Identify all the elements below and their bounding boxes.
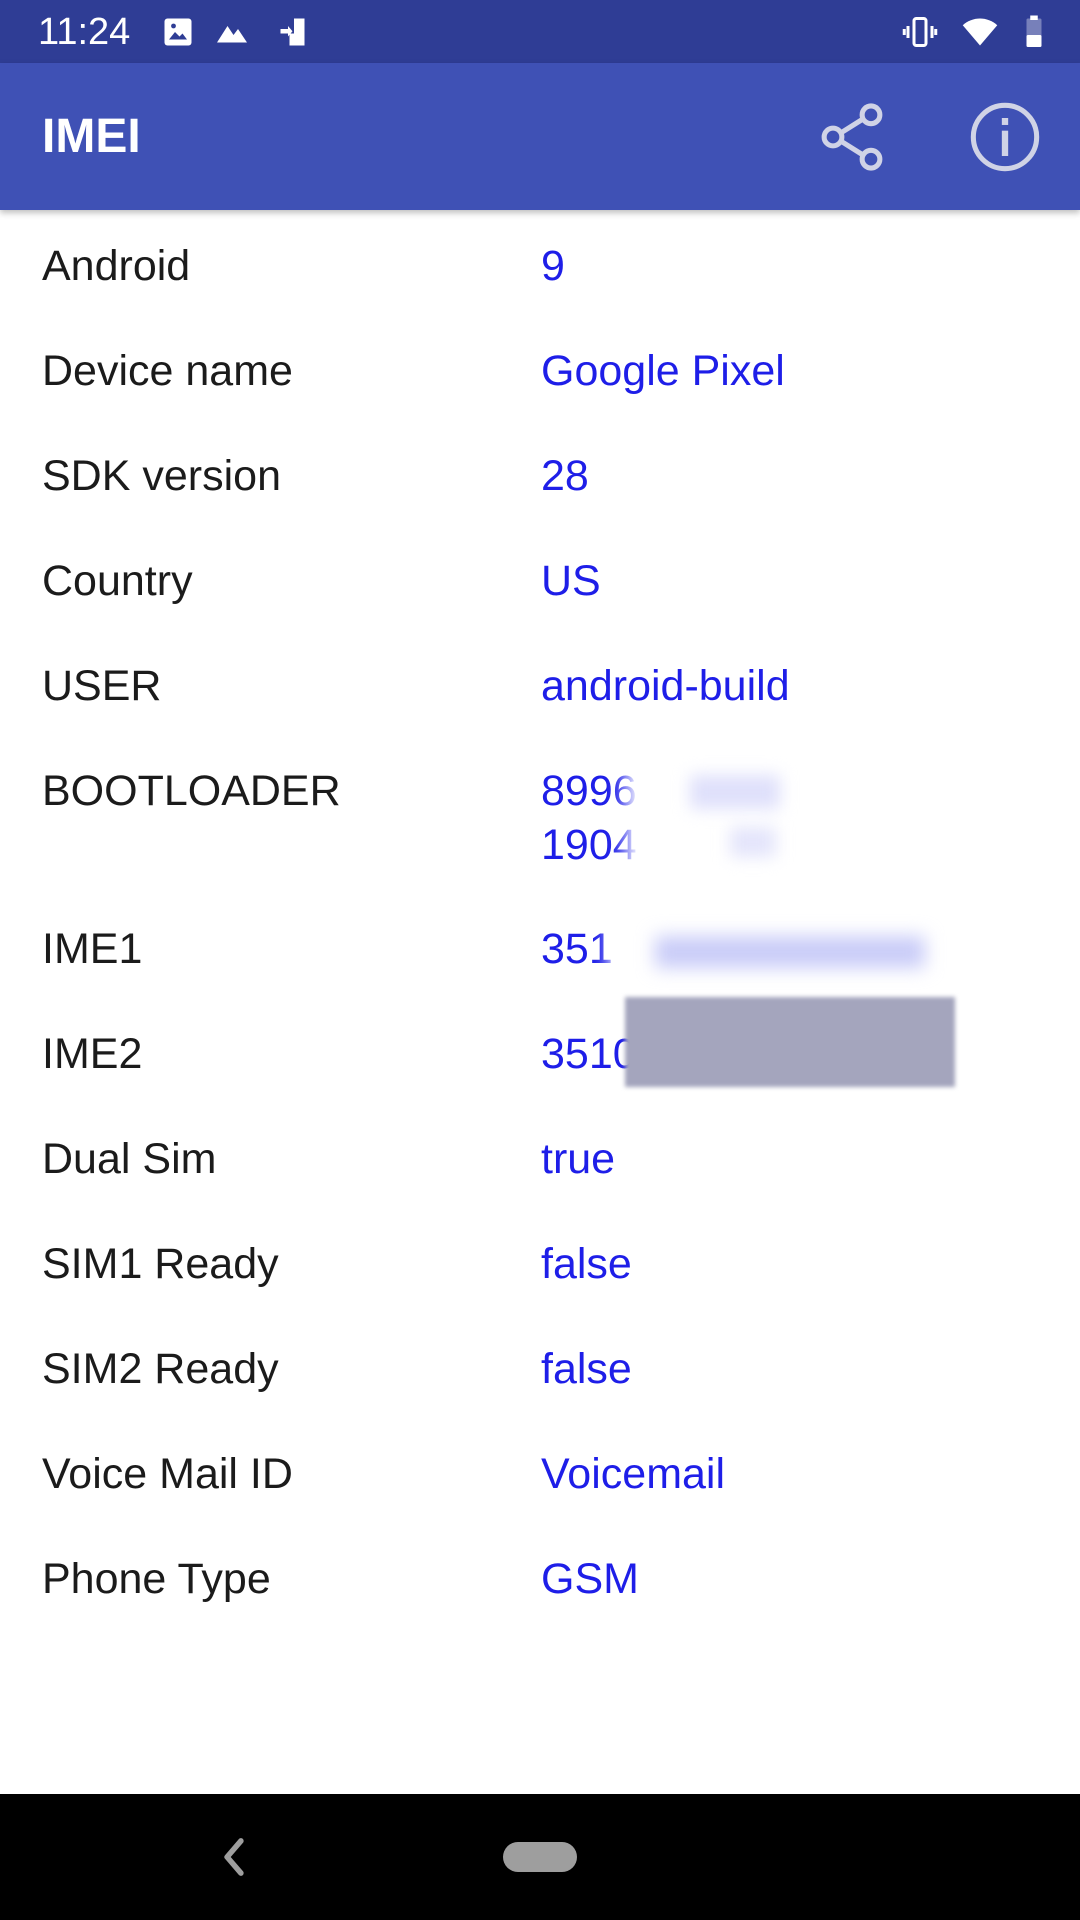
share-icon[interactable]	[814, 99, 890, 175]
row-label: BOOTLOADER	[42, 767, 341, 815]
redaction-blur	[640, 745, 840, 893]
back-icon[interactable]	[216, 1834, 252, 1880]
row-value: GSM	[541, 1555, 639, 1603]
status-bar: 11:24	[0, 0, 1080, 63]
sim-transfer-icon	[280, 18, 305, 46]
app-bar: IMEI	[0, 63, 1080, 210]
row-value: true	[541, 1135, 616, 1183]
row-value: Google Pixel	[541, 347, 785, 395]
landscape-icon	[217, 26, 247, 43]
row-value: false	[541, 1345, 632, 1393]
row-label: USER	[42, 662, 162, 710]
status-time: 11:24	[38, 11, 131, 53]
info-icon[interactable]	[967, 99, 1043, 175]
device-info-list: Android 9 Device name Google Pixel SDK v…	[0, 210, 1080, 1794]
app-title: IMEI	[42, 110, 141, 163]
vibrate-icon	[902, 17, 938, 47]
row-label: Dual Sim	[42, 1135, 217, 1183]
row-label: Voice Mail ID	[42, 1450, 293, 1498]
row-value: false	[541, 1240, 632, 1288]
row-value: Voicemail	[541, 1450, 726, 1498]
row-label: IME2	[42, 1030, 143, 1078]
row-label: Android	[42, 242, 191, 290]
row-label: SIM1 Ready	[42, 1240, 279, 1288]
row-label: SDK version	[42, 452, 281, 500]
redaction-blur	[625, 997, 955, 1087]
row-value: 28	[541, 452, 589, 500]
row-value: 9	[541, 242, 565, 290]
row-value: US	[541, 557, 601, 605]
row-label: IME1	[42, 925, 143, 973]
row-label: SIM2 Ready	[42, 1345, 279, 1393]
image-icon	[164, 18, 192, 46]
row-label: Device name	[42, 347, 293, 395]
row-label: Country	[42, 557, 193, 605]
home-button[interactable]	[503, 1842, 577, 1872]
battery-icon	[1026, 15, 1042, 47]
row-value: android-build	[541, 662, 790, 710]
redaction-blur	[621, 902, 951, 998]
wifi-icon	[962, 18, 998, 46]
row-label: Phone Type	[42, 1555, 271, 1603]
